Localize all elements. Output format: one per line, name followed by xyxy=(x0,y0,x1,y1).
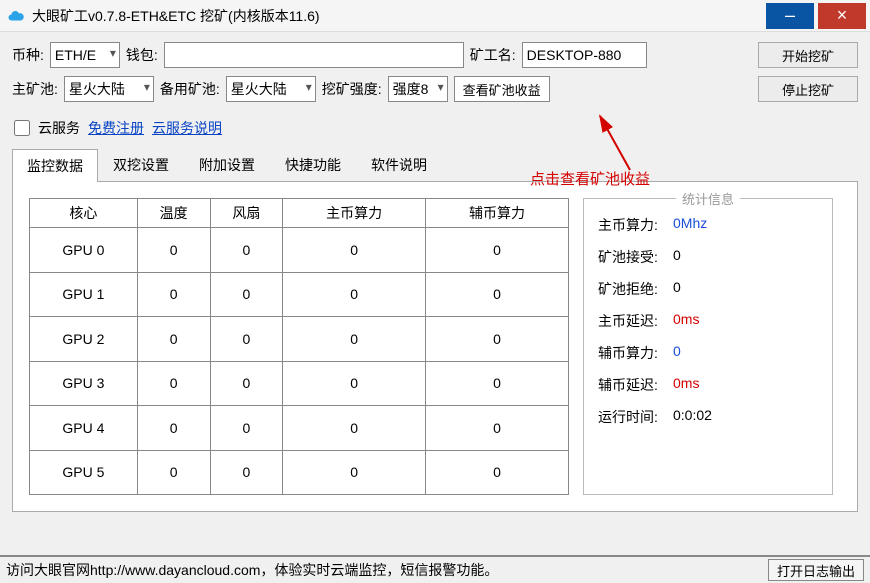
intensity-label: 挖矿强度: xyxy=(322,79,382,99)
main-pool-select[interactable]: 星火大陆 xyxy=(64,76,154,102)
table-row: GPU 50000 xyxy=(30,450,569,495)
window-title: 大眼矿工v0.7.8-ETH&ETC 挖矿(内核版本11.6) xyxy=(32,6,762,26)
cell-hash: 0 xyxy=(283,450,426,495)
cell-hash: 0 xyxy=(283,272,426,317)
tab-quick-functions[interactable]: 快捷功能 xyxy=(270,148,356,181)
stop-mining-button[interactable]: 停止挖矿 xyxy=(758,76,858,102)
cell-temp: 0 xyxy=(137,450,210,495)
miner-name-input[interactable] xyxy=(522,42,647,68)
intensity-select[interactable]: 强度8 xyxy=(388,76,448,102)
free-register-link[interactable]: 免费注册 xyxy=(88,118,144,138)
cell-core: GPU 2 xyxy=(30,317,138,362)
backup-pool-label: 备用矿池: xyxy=(160,79,220,99)
main-pool-label: 主矿池: xyxy=(12,79,58,99)
table-row: GPU 20000 xyxy=(30,317,569,362)
app-icon xyxy=(6,6,26,26)
gpu-table: 核心 温度 风扇 主币算力 辅币算力 GPU 00000GPU 10000GPU… xyxy=(29,198,569,495)
coin-label: 币种: xyxy=(12,45,44,65)
tabstrip: 监控数据 双挖设置 附加设置 快捷功能 软件说明 xyxy=(12,148,858,182)
cell-core: GPU 5 xyxy=(30,450,138,495)
close-button[interactable]: × xyxy=(818,3,866,29)
table-row: GPU 10000 xyxy=(30,272,569,317)
tab-monitor[interactable]: 监控数据 xyxy=(12,149,98,182)
th-temp: 温度 xyxy=(137,199,210,228)
cell-fan: 0 xyxy=(210,272,283,317)
cell-fan: 0 xyxy=(210,450,283,495)
start-mining-button[interactable]: 开始挖矿 xyxy=(758,42,858,68)
stat-main-hash: 0Mhz xyxy=(673,215,707,235)
stat-pool-reject: 0 xyxy=(673,279,681,299)
stat-main-lat: 0ms xyxy=(673,311,699,331)
cell-aux: 0 xyxy=(426,361,569,406)
cell-temp: 0 xyxy=(137,317,210,362)
tab-panel-monitor: 核心 温度 风扇 主币算力 辅币算力 GPU 00000GPU 10000GPU… xyxy=(12,182,858,512)
cloud-service-checkbox[interactable] xyxy=(14,120,30,136)
view-pool-profit-button[interactable]: 查看矿池收益 xyxy=(454,76,550,102)
stat-aux-lat: 0ms xyxy=(673,375,699,395)
cell-aux: 0 xyxy=(426,272,569,317)
stat-pool-accept: 0 xyxy=(673,247,681,267)
cloud-row: 云服务 免费注册 云服务说明 xyxy=(0,112,870,148)
th-fan: 风扇 xyxy=(210,199,283,228)
table-row: GPU 40000 xyxy=(30,406,569,451)
cell-aux: 0 xyxy=(426,450,569,495)
cell-hash: 0 xyxy=(283,406,426,451)
wallet-label: 钱包: xyxy=(126,45,158,65)
cell-hash: 0 xyxy=(283,361,426,406)
stats-box: 统计信息 主币算力:0Mhz 矿池接受:0 矿池拒绝:0 主币延迟:0ms 辅币… xyxy=(583,198,833,495)
cell-core: GPU 0 xyxy=(30,228,138,273)
open-log-button[interactable]: 打开日志输出 xyxy=(768,559,864,581)
table-row: GPU 30000 xyxy=(30,361,569,406)
stats-legend: 统计信息 xyxy=(676,189,740,208)
cell-aux: 0 xyxy=(426,228,569,273)
miner-name-label: 矿工名: xyxy=(470,45,516,65)
tab-about[interactable]: 软件说明 xyxy=(356,148,442,181)
cell-core: GPU 4 xyxy=(30,406,138,451)
minimize-button[interactable]: – xyxy=(766,3,814,29)
th-aux-hash: 辅币算力 xyxy=(426,199,569,228)
cell-temp: 0 xyxy=(137,272,210,317)
cell-fan: 0 xyxy=(210,406,283,451)
cell-temp: 0 xyxy=(137,406,210,451)
cell-core: GPU 1 xyxy=(30,272,138,317)
cell-fan: 0 xyxy=(210,317,283,362)
cell-temp: 0 xyxy=(137,228,210,273)
cell-hash: 0 xyxy=(283,317,426,362)
footer-text: 访问大眼官网http://www.dayancloud.com，体验实时云端监控… xyxy=(6,560,498,580)
table-row: GPU 00000 xyxy=(30,228,569,273)
cell-core: GPU 3 xyxy=(30,361,138,406)
cell-hash: 0 xyxy=(283,228,426,273)
th-main-hash: 主币算力 xyxy=(283,199,426,228)
tab-dual-mining[interactable]: 双挖设置 xyxy=(98,148,184,181)
stat-aux-hash: 0 xyxy=(673,343,681,363)
footer: 访问大眼官网http://www.dayancloud.com，体验实时云端监控… xyxy=(0,555,870,583)
th-core: 核心 xyxy=(30,199,138,228)
annotation-text: 点击查看矿池收益 xyxy=(530,168,650,189)
titlebar: 大眼矿工v0.7.8-ETH&ETC 挖矿(内核版本11.6) – × xyxy=(0,0,870,32)
wallet-input[interactable] xyxy=(164,42,464,68)
stat-runtime: 0:0:02 xyxy=(673,407,712,427)
cell-aux: 0 xyxy=(426,317,569,362)
backup-pool-select[interactable]: 星火大陆 xyxy=(226,76,316,102)
tab-extra-settings[interactable]: 附加设置 xyxy=(184,148,270,181)
cell-aux: 0 xyxy=(426,406,569,451)
cloud-service-label: 云服务 xyxy=(38,118,80,138)
cell-fan: 0 xyxy=(210,361,283,406)
coin-select[interactable]: ETH/E xyxy=(50,42,120,68)
cell-fan: 0 xyxy=(210,228,283,273)
cell-temp: 0 xyxy=(137,361,210,406)
cloud-desc-link[interactable]: 云服务说明 xyxy=(152,118,222,138)
